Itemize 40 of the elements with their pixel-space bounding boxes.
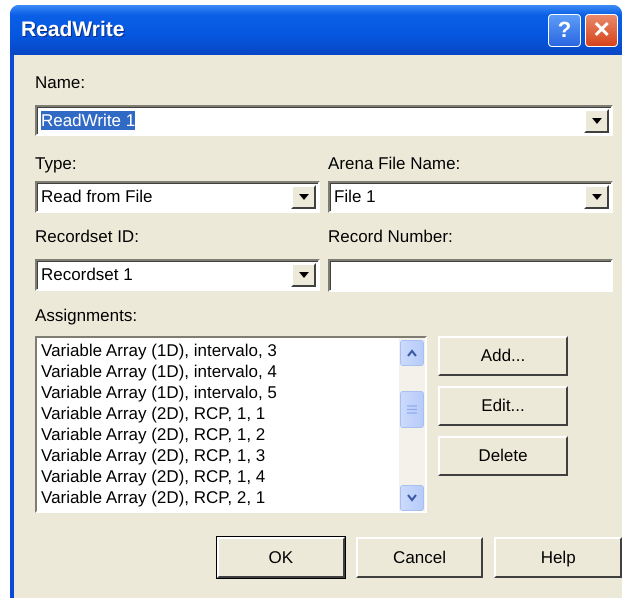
field-label: Recordset ID: (35, 226, 140, 247)
list-item[interactable]: Variable Array (1D), intervalo, 5 (41, 382, 399, 403)
field-label: Name: (35, 72, 86, 93)
field-label: Record Number: (328, 226, 454, 247)
list-item[interactable]: Variable Array (2D), RCP, 1, 2 (41, 424, 399, 445)
record-number-field[interactable] (328, 259, 613, 292)
dialog-button[interactable]: Help (494, 537, 622, 578)
list-item[interactable]: Variable Array (2D), RCP, 1, 3 (41, 445, 399, 466)
name-combo-box[interactable]: ReadWrite 1 (35, 105, 613, 136)
dropdown-button[interactable] (584, 185, 609, 209)
field-label: Type: (35, 153, 78, 174)
dialog-button[interactable]: Cancel (356, 537, 484, 578)
dropdown-button[interactable] (291, 185, 316, 209)
dropdown-arrow-icon (590, 193, 602, 201)
dropdown-arrow-icon (590, 116, 602, 124)
list-action-button[interactable]: Add... (438, 336, 568, 376)
field-label: Assignments: (35, 305, 138, 326)
list-item[interactable]: Variable Array (2D), RCP, 1, 4 (41, 466, 399, 487)
window-title: ReadWrite (21, 18, 126, 42)
dropdown-button[interactable] (291, 263, 316, 287)
list-item[interactable]: Variable Array (1D), intervalo, 4 (41, 361, 399, 382)
scroll-down-button[interactable] (400, 485, 424, 511)
list-item[interactable]: Variable Array (2D), RCP, 2, 1 (41, 487, 399, 508)
field-label: Arena File Name: (328, 153, 462, 174)
grip-icon (407, 405, 417, 414)
scroll-thumb[interactable] (400, 390, 424, 428)
recordset-combo-box[interactable]: Recordset 1 (35, 259, 320, 291)
dialog-button[interactable]: OK (217, 537, 345, 578)
dropdown-arrow-icon (298, 271, 310, 279)
list-action-button[interactable]: Edit... (438, 386, 568, 426)
scroll-up-button[interactable] (400, 340, 424, 366)
assignments-list[interactable] (35, 336, 427, 513)
scrollbar[interactable] (399, 338, 425, 511)
type-combo-box[interactable]: Read from File (35, 181, 320, 213)
dropdown-button[interactable] (584, 108, 609, 132)
list-action-button[interactable]: Delete (438, 436, 568, 476)
dropdown-arrow-icon (298, 193, 310, 201)
list-item[interactable]: Variable Array (2D), RCP, 1, 1 (41, 403, 399, 424)
file-combo-box[interactable]: File 1 (328, 181, 613, 213)
list-item[interactable]: Variable Array (1D), intervalo, 3 (41, 340, 399, 361)
